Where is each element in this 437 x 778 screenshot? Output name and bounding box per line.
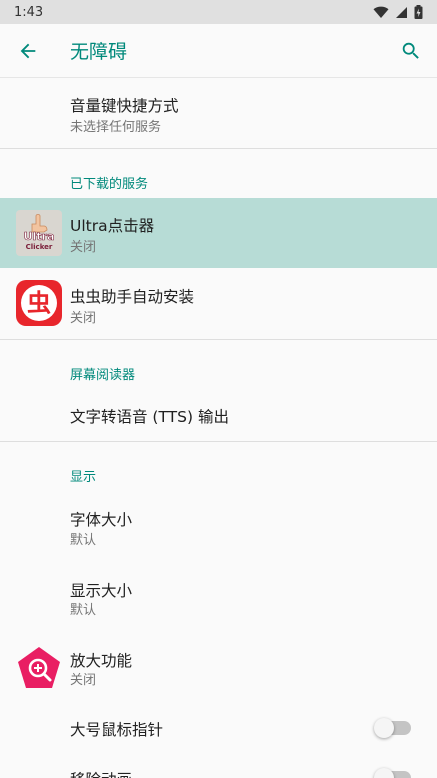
divider [0,441,437,442]
battery-charging-icon [414,5,423,19]
back-button[interactable] [0,24,56,78]
search-button[interactable] [397,37,425,65]
remove-animations-toggle[interactable] [374,768,411,778]
tts-output-title: 文字转语音 (TTS) 输出 [70,408,229,426]
service-title: 虫虫助手自动安装 [70,288,195,306]
status-icons [373,5,423,19]
cellular-signal-icon [396,6,407,18]
font-size-item[interactable]: 字体大小 默认 [0,493,437,563]
divider [0,148,437,149]
magnification-icon [18,647,60,688]
arrow-back-icon [20,43,36,58]
display-size-item[interactable]: 显示大小 默认 [0,563,437,633]
ultra-clicker-icon: Ultra Clicker [16,210,62,256]
remove-animations-item[interactable]: 移除动画 [0,755,437,778]
app-bar: 无障碍 [0,24,437,78]
volume-key-shortcut-item[interactable]: 音量键快捷方式 未选择任何服务 [0,79,437,147]
display-size-title: 显示大小 [70,582,133,600]
service-item-chongchong-auto-install[interactable]: 虫 虫虫助手自动安装 关闭 [0,268,437,338]
section-header-downloaded-services: 已下载的服务 [70,177,149,192]
chongchong-app-icon: 虫 [16,280,62,326]
toggle-knob [374,768,394,778]
ultra-clicker-icon-text-bottom: Clicker [25,243,53,251]
display-size-subtitle: 默认 [70,603,97,618]
magnification-item[interactable]: 放大功能 关闭 [0,633,437,703]
ultra-clicker-icon-text-top: Ultra [23,230,55,244]
font-size-subtitle: 默认 [70,533,97,548]
large-mouse-pointer-title: 大号鼠标指针 [70,721,164,739]
toggle-knob [374,718,394,738]
divider [0,339,437,340]
volume-key-shortcut-title: 音量键快捷方式 [70,97,179,115]
status-time: 1:43 [14,4,44,20]
section-header-display: 显示 [70,470,97,485]
service-title: Ultra点击器 [70,217,155,235]
chongchong-icon-circle: 虫 [21,285,57,321]
large-mouse-pointer-item[interactable]: 大号鼠标指针 [0,703,437,755]
large-mouse-pointer-toggle[interactable] [374,718,411,738]
volume-key-shortcut-subtitle: 未选择任何服务 [70,120,162,135]
search-icon [402,42,419,59]
wifi-icon [373,6,389,18]
remove-animations-title: 移除动画 [70,768,132,778]
section-header-screen-readers: 屏幕阅读器 [70,368,136,383]
font-size-title: 字体大小 [70,511,133,529]
chongchong-icon-glyph: 虫 [27,289,51,317]
magnification-subtitle: 关闭 [70,673,97,688]
page-title: 无障碍 [70,41,128,63]
service-status: 关闭 [70,311,97,326]
magnification-title: 放大功能 [70,652,133,670]
service-status: 关闭 [70,240,97,255]
service-item-ultra-clicker[interactable]: Ultra Clicker Ultra点击器 关闭 [0,198,437,268]
tts-output-item[interactable]: 文字转语音 (TTS) 输出 [0,388,437,440]
status-bar: 1:43 [0,0,437,24]
